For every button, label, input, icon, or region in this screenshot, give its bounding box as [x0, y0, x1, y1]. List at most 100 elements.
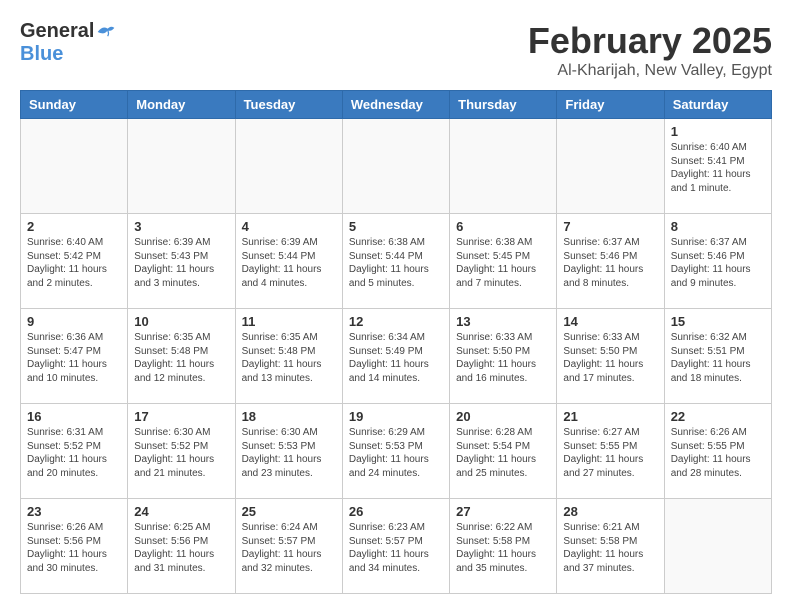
day-number: 4	[242, 219, 336, 234]
day-info: Sunrise: 6:40 AM Sunset: 5:41 PM Dayligh…	[671, 141, 765, 195]
day-info: Sunrise: 6:35 AM Sunset: 5:48 PM Dayligh…	[134, 331, 228, 385]
weekday-header-row: SundayMondayTuesdayWednesdayThursdayFrid…	[21, 91, 772, 119]
day-number: 19	[349, 409, 443, 424]
day-number: 17	[134, 409, 228, 424]
calendar-header: SundayMondayTuesdayWednesdayThursdayFrid…	[21, 91, 772, 119]
day-info: Sunrise: 6:24 AM Sunset: 5:57 PM Dayligh…	[242, 521, 336, 575]
day-info: Sunrise: 6:25 AM Sunset: 5:56 PM Dayligh…	[134, 521, 228, 575]
day-cell: 14 Sunrise: 6:33 AM Sunset: 5:50 PM Dayli…	[557, 309, 664, 404]
calendar-table: SundayMondayTuesdayWednesdayThursdayFrid…	[20, 90, 772, 594]
logo-text: General Blue	[20, 20, 116, 66]
day-info: Sunrise: 6:40 AM Sunset: 5:42 PM Dayligh…	[27, 236, 121, 290]
location-title: Al-Kharijah, New Valley, Egypt	[528, 62, 772, 80]
day-cell: 15 Sunrise: 6:32 AM Sunset: 5:51 PM Dayli…	[664, 309, 771, 404]
day-cell: 12 Sunrise: 6:34 AM Sunset: 5:49 PM Dayli…	[342, 309, 449, 404]
day-info: Sunrise: 6:38 AM Sunset: 5:45 PM Dayligh…	[456, 236, 550, 290]
day-number: 1	[671, 124, 765, 139]
day-info: Sunrise: 6:32 AM Sunset: 5:51 PM Dayligh…	[671, 331, 765, 385]
day-number: 15	[671, 314, 765, 329]
day-number: 3	[134, 219, 228, 234]
day-number: 21	[563, 409, 657, 424]
day-number: 13	[456, 314, 550, 329]
title-area: February 2025 Al-Kharijah, New Valley, E…	[528, 20, 772, 80]
day-cell	[450, 119, 557, 214]
day-info: Sunrise: 6:38 AM Sunset: 5:44 PM Dayligh…	[349, 236, 443, 290]
weekday-friday: Friday	[557, 91, 664, 119]
day-cell	[342, 119, 449, 214]
logo-bird-icon	[96, 23, 116, 41]
day-cell	[235, 119, 342, 214]
day-cell: 5 Sunrise: 6:38 AM Sunset: 5:44 PM Daylig…	[342, 214, 449, 309]
week-row-2: 9 Sunrise: 6:36 AM Sunset: 5:47 PM Daylig…	[21, 309, 772, 404]
weekday-saturday: Saturday	[664, 91, 771, 119]
weekday-tuesday: Tuesday	[235, 91, 342, 119]
day-cell	[128, 119, 235, 214]
day-info: Sunrise: 6:34 AM Sunset: 5:49 PM Dayligh…	[349, 331, 443, 385]
day-info: Sunrise: 6:39 AM Sunset: 5:43 PM Dayligh…	[134, 236, 228, 290]
week-row-0: 1 Sunrise: 6:40 AM Sunset: 5:41 PM Daylig…	[21, 119, 772, 214]
day-cell: 28 Sunrise: 6:21 AM Sunset: 5:58 PM Dayli…	[557, 499, 664, 594]
day-cell: 1 Sunrise: 6:40 AM Sunset: 5:41 PM Daylig…	[664, 119, 771, 214]
logo-blue: Blue	[20, 43, 63, 65]
day-number: 9	[27, 314, 121, 329]
day-info: Sunrise: 6:27 AM Sunset: 5:55 PM Dayligh…	[563, 426, 657, 480]
day-info: Sunrise: 6:39 AM Sunset: 5:44 PM Dayligh…	[242, 236, 336, 290]
day-cell: 20Sunrise: 6:28 AM Sunset: 5:54 PM Dayli…	[450, 404, 557, 499]
day-number: 7	[563, 219, 657, 234]
day-info: Sunrise: 6:28 AM Sunset: 5:54 PM Dayligh…	[456, 426, 550, 480]
day-cell: 19 Sunrise: 6:29 AM Sunset: 5:53 PM Dayli…	[342, 404, 449, 499]
day-cell	[21, 119, 128, 214]
day-info: Sunrise: 6:37 AM Sunset: 5:46 PM Dayligh…	[563, 236, 657, 290]
week-row-4: 23 Sunrise: 6:26 AM Sunset: 5:56 PM Dayli…	[21, 499, 772, 594]
calendar-body: 1 Sunrise: 6:40 AM Sunset: 5:41 PM Daylig…	[21, 119, 772, 594]
day-info: Sunrise: 6:23 AM Sunset: 5:57 PM Dayligh…	[349, 521, 443, 575]
page-header: General Blue February 2025 Al-Kharijah, …	[20, 20, 772, 80]
day-cell: 23 Sunrise: 6:26 AM Sunset: 5:56 PM Dayli…	[21, 499, 128, 594]
day-number: 12	[349, 314, 443, 329]
day-number: 25	[242, 504, 336, 519]
day-cell: 7 Sunrise: 6:37 AM Sunset: 5:46 PM Daylig…	[557, 214, 664, 309]
day-number: 6	[456, 219, 550, 234]
day-info: Sunrise: 6:33 AM Sunset: 5:50 PM Dayligh…	[456, 331, 550, 385]
day-number: 8	[671, 219, 765, 234]
day-cell: 3 Sunrise: 6:39 AM Sunset: 5:43 PM Daylig…	[128, 214, 235, 309]
day-cell	[664, 499, 771, 594]
day-cell: 25 Sunrise: 6:24 AM Sunset: 5:57 PM Dayli…	[235, 499, 342, 594]
logo-general: General	[20, 20, 94, 43]
day-info: Sunrise: 6:36 AM Sunset: 5:47 PM Dayligh…	[27, 331, 121, 385]
day-info: Sunrise: 6:29 AM Sunset: 5:53 PM Dayligh…	[349, 426, 443, 480]
day-info: Sunrise: 6:22 AM Sunset: 5:58 PM Dayligh…	[456, 521, 550, 575]
day-number: 5	[349, 219, 443, 234]
day-number: 23	[27, 504, 121, 519]
weekday-sunday: Sunday	[21, 91, 128, 119]
week-row-1: 2 Sunrise: 6:40 AM Sunset: 5:42 PM Daylig…	[21, 214, 772, 309]
day-number: 2	[27, 219, 121, 234]
day-number: 16	[27, 409, 121, 424]
logo: General Blue	[20, 20, 116, 66]
day-info: Sunrise: 6:26 AM Sunset: 5:56 PM Dayligh…	[27, 521, 121, 575]
day-cell: 21 Sunrise: 6:27 AM Sunset: 5:55 PM Dayli…	[557, 404, 664, 499]
day-cell: 27 Sunrise: 6:22 AM Sunset: 5:58 PM Dayli…	[450, 499, 557, 594]
day-number: 27	[456, 504, 550, 519]
day-number: 18	[242, 409, 336, 424]
day-cell: 6 Sunrise: 6:38 AM Sunset: 5:45 PM Daylig…	[450, 214, 557, 309]
day-info: Sunrise: 6:21 AM Sunset: 5:58 PM Dayligh…	[563, 521, 657, 575]
day-cell: 18Sunrise: 6:30 AM Sunset: 5:53 PM Dayli…	[235, 404, 342, 499]
day-number: 14	[563, 314, 657, 329]
day-cell: 9 Sunrise: 6:36 AM Sunset: 5:47 PM Daylig…	[21, 309, 128, 404]
day-cell: 17 Sunrise: 6:30 AM Sunset: 5:52 PM Dayli…	[128, 404, 235, 499]
day-cell: 11Sunrise: 6:35 AM Sunset: 5:48 PM Dayli…	[235, 309, 342, 404]
day-cell: 2 Sunrise: 6:40 AM Sunset: 5:42 PM Daylig…	[21, 214, 128, 309]
day-info: Sunrise: 6:31 AM Sunset: 5:52 PM Dayligh…	[27, 426, 121, 480]
day-cell: 16 Sunrise: 6:31 AM Sunset: 5:52 PM Dayli…	[21, 404, 128, 499]
day-number: 28	[563, 504, 657, 519]
month-title: February 2025	[528, 20, 772, 62]
day-number: 22	[671, 409, 765, 424]
day-cell: 26 Sunrise: 6:23 AM Sunset: 5:57 PM Dayli…	[342, 499, 449, 594]
day-cell	[557, 119, 664, 214]
day-info: Sunrise: 6:33 AM Sunset: 5:50 PM Dayligh…	[563, 331, 657, 385]
day-number: 26	[349, 504, 443, 519]
day-cell: 4 Sunrise: 6:39 AM Sunset: 5:44 PM Daylig…	[235, 214, 342, 309]
weekday-thursday: Thursday	[450, 91, 557, 119]
day-info: Sunrise: 6:30 AM Sunset: 5:52 PM Dayligh…	[134, 426, 228, 480]
